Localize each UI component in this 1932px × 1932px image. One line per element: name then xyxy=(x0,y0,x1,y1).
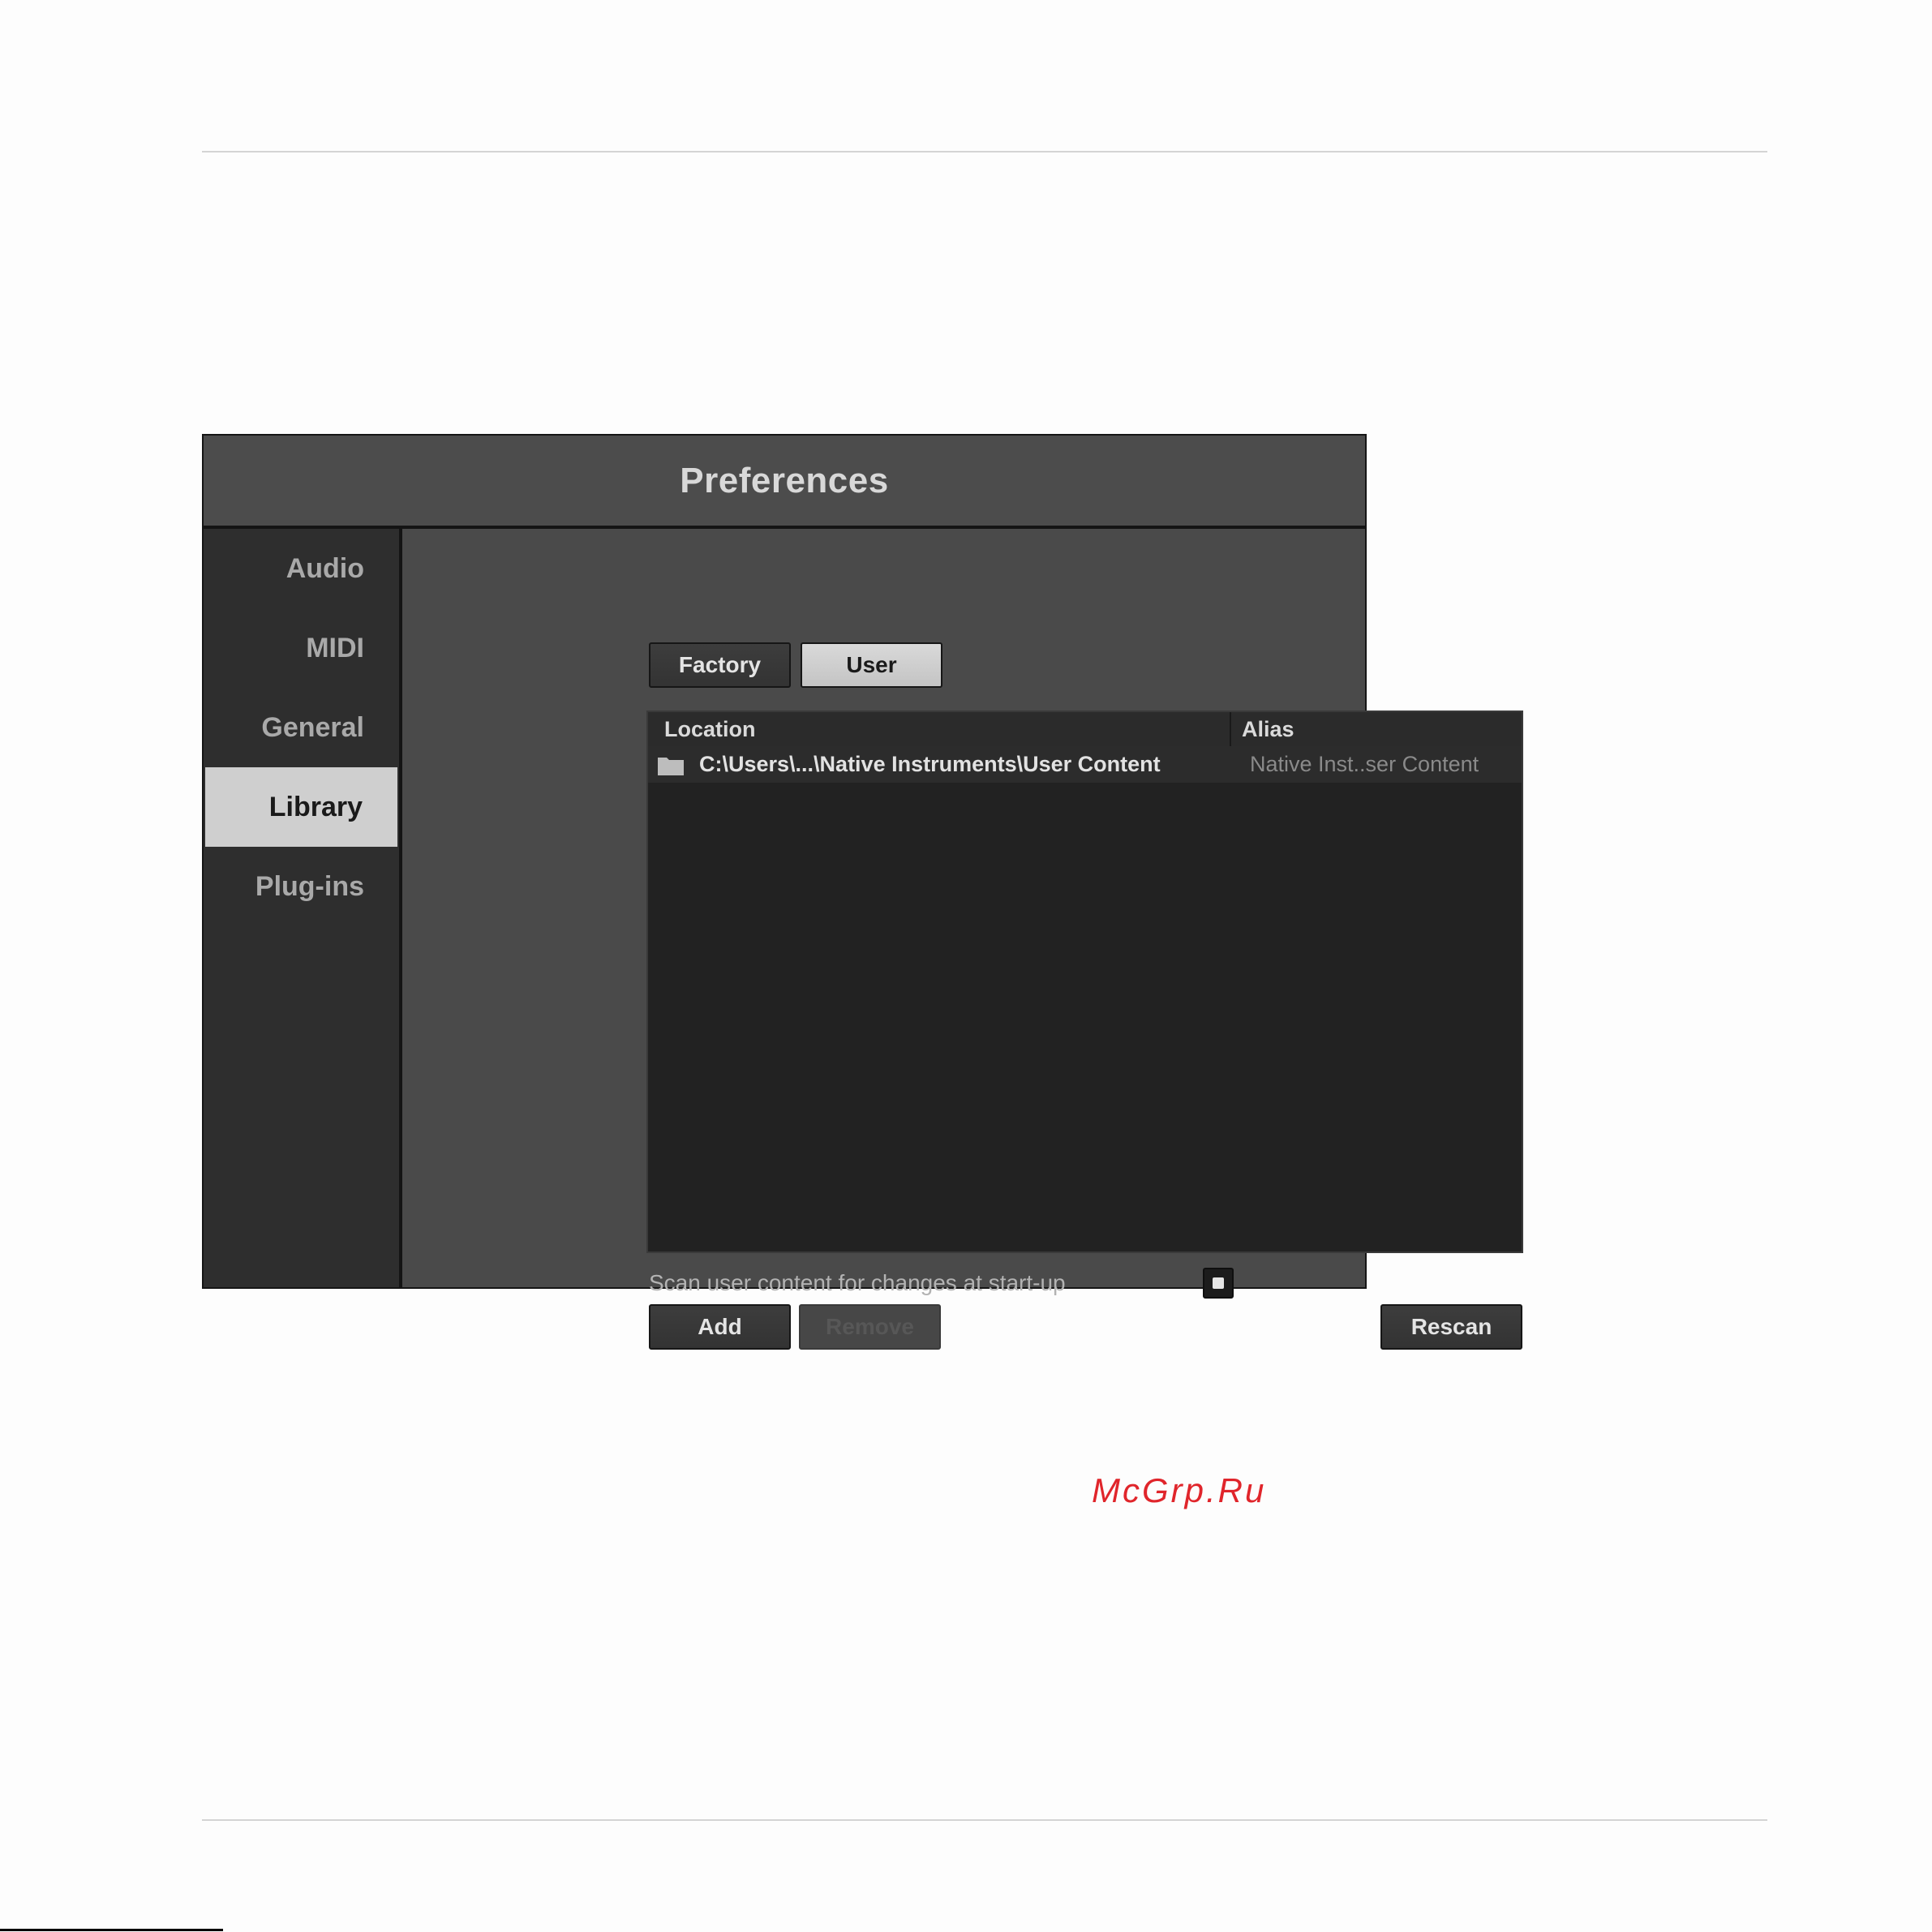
row-location: C:\Users\...\Native Instruments\User Con… xyxy=(699,752,1161,776)
preferences-window: Preferences Audio MIDI General Library P… xyxy=(202,434,1523,1509)
column-divider[interactable] xyxy=(1230,712,1231,746)
tab-factory[interactable]: Factory xyxy=(649,642,791,688)
checkbox-check-mark xyxy=(1213,1277,1224,1289)
scan-option-label: Scan user content for changes at start-u… xyxy=(649,1270,1066,1295)
add-button[interactable]: Add xyxy=(649,1304,791,1350)
top-rule xyxy=(202,151,1767,152)
rescan-button[interactable]: Rescan xyxy=(1380,1304,1522,1350)
window-title: Preferences xyxy=(680,460,889,500)
sidebar-item-general[interactable]: General xyxy=(204,688,399,767)
sidebar-item-audio[interactable]: Audio xyxy=(204,529,399,608)
location-table: Location Alias C:\Users\...\Native Instr… xyxy=(646,711,1523,1253)
library-panel: Factory User Location Alias C:\Users\...… xyxy=(402,529,1523,1509)
folder-icon xyxy=(658,758,684,775)
tab-user[interactable]: User xyxy=(801,642,942,688)
column-header-alias[interactable]: Alias xyxy=(1242,712,1294,746)
table-header: Location Alias xyxy=(648,712,1522,747)
scan-at-startup-checkbox[interactable] xyxy=(1203,1268,1234,1299)
remove-button[interactable]: Remove xyxy=(799,1304,941,1350)
table-row[interactable]: C:\Users\...\Native Instruments\User Con… xyxy=(648,746,1522,783)
sidebar: Audio MIDI General Library Plug-ins xyxy=(204,529,402,1287)
sidebar-item-library[interactable]: Library xyxy=(205,767,397,847)
column-header-location[interactable]: Location xyxy=(664,712,756,746)
sidebar-item-plug-ins[interactable]: Plug-ins xyxy=(204,847,399,926)
footnote-rule xyxy=(0,1929,223,1931)
title-bar: Preferences xyxy=(204,436,1365,529)
sidebar-item-midi[interactable]: MIDI xyxy=(204,608,399,688)
row-alias[interactable]: Native Inst..ser Content xyxy=(1250,746,1479,783)
watermark: McGrp.Ru xyxy=(1092,1471,1267,1509)
bottom-rule xyxy=(202,1819,1767,1821)
